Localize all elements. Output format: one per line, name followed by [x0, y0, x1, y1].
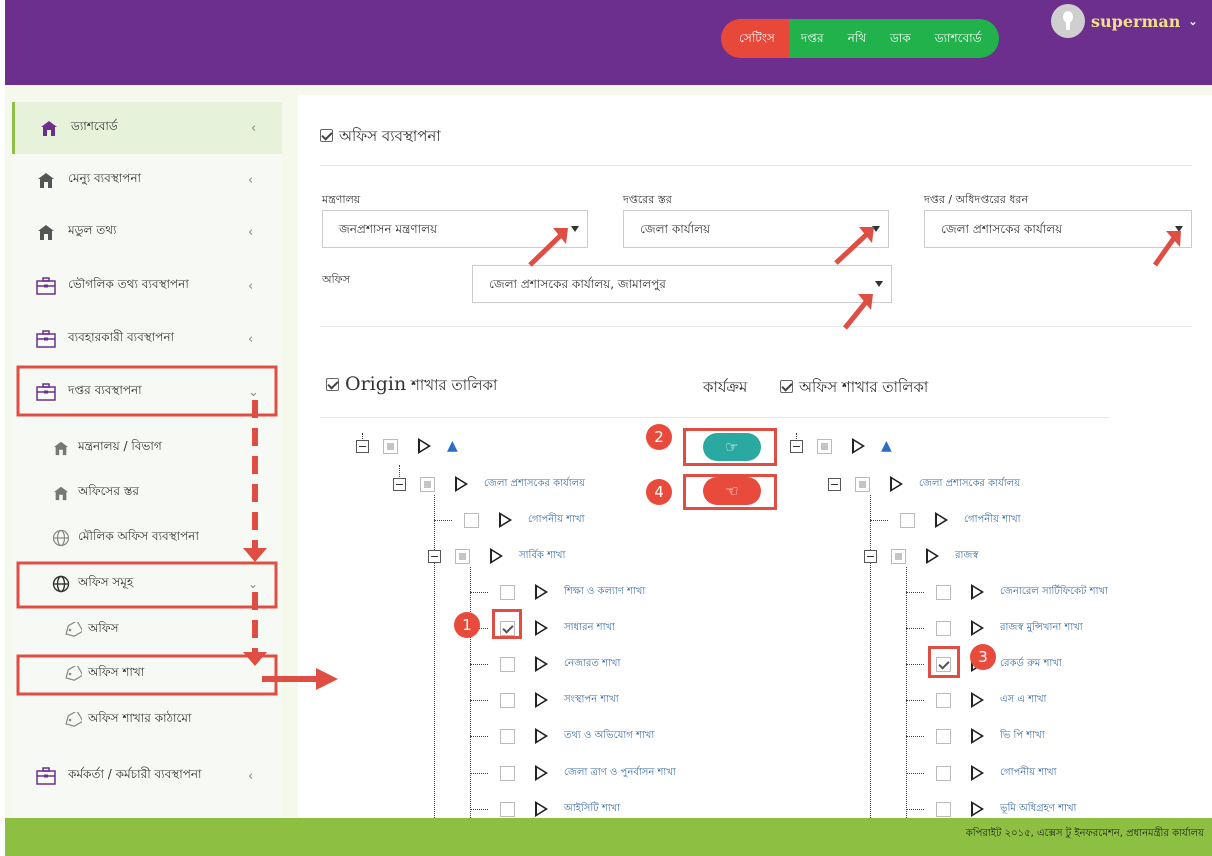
arrow-line [834, 233, 868, 265]
arrow-head [243, 548, 267, 562]
copyright-text: কপিরাইট ২০১৫, এক্সেস টু ইনফরমেশন, প্রধান… [965, 828, 1204, 839]
arrow-head [316, 668, 338, 690]
annotation-overlay [16, 227, 1181, 696]
highlight-box [16, 654, 278, 696]
footer: কপিরাইট ২০১৫, এক্সেস টু ইনফরমেশন, প্রধান… [5, 818, 1212, 856]
arrow-line [1152, 236, 1177, 267]
highlight-box [16, 365, 278, 417]
arrow-head [243, 652, 267, 666]
arrow-line [843, 300, 868, 330]
arrow-line [528, 234, 562, 267]
highlight-box [16, 561, 278, 609]
